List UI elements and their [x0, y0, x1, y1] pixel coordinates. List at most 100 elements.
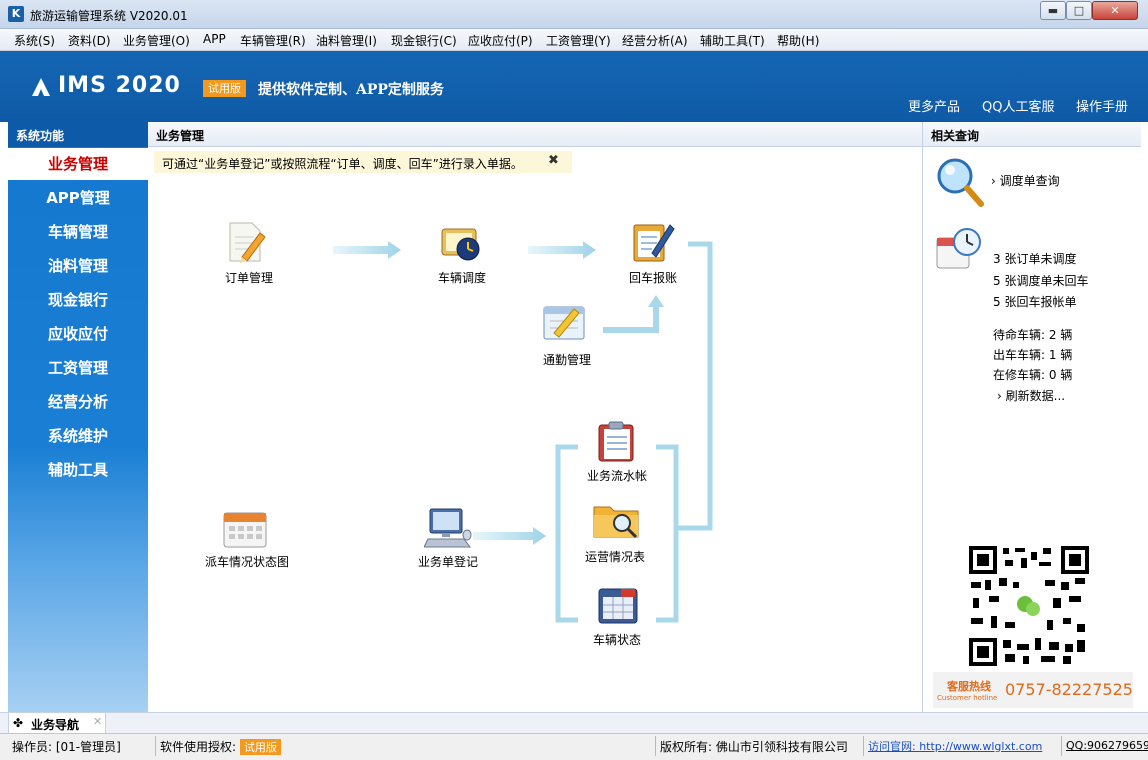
- manual-link[interactable]: 操作手册: [1076, 96, 1128, 115]
- sidebar-item-salary[interactable]: 工资管理: [8, 352, 148, 384]
- menu-cash[interactable]: 现金银行(C): [391, 32, 457, 49]
- standby-vehicles-label: 待命车辆:: [993, 328, 1046, 342]
- sidebar-item-cash[interactable]: 现金银行: [8, 284, 148, 316]
- calendar-clock-icon: [936, 228, 981, 269]
- out-vehicles-text: 出车车辆: 1 辆: [993, 346, 1072, 363]
- unscheduled-orders-text[interactable]: 3 张订单未调度: [993, 250, 1076, 267]
- qq-link[interactable]: QQ:906279659: [1066, 739, 1148, 752]
- bottom-tab-strip: ✤ 业务导航 ✕: [0, 712, 1148, 734]
- menu-system[interactable]: 系统(S): [14, 32, 55, 49]
- menu-salary[interactable]: 工资管理(Y): [546, 32, 611, 49]
- menu-app[interactable]: APP: [203, 32, 226, 46]
- main-header: 业务管理: [148, 122, 922, 147]
- return-reports-count: 5: [993, 295, 1001, 309]
- sidebar-item-app[interactable]: APP管理: [8, 182, 148, 214]
- ops-report-icon[interactable]: [592, 499, 642, 541]
- menu-help[interactable]: 帮助(H): [777, 32, 819, 49]
- sidebar-header: 系统功能: [8, 122, 148, 147]
- vehicle-status-icon[interactable]: [595, 583, 641, 627]
- out-vehicles-unit: 辆: [1060, 348, 1073, 362]
- close-button[interactable]: ✕: [1092, 1, 1138, 20]
- node-ops-report-label[interactable]: 运营情况表: [555, 548, 675, 565]
- menu-fuel[interactable]: 油料管理(I): [316, 32, 377, 49]
- menu-tools[interactable]: 辅助工具(T): [700, 32, 765, 49]
- dispatch-chart-icon[interactable]: [222, 509, 268, 549]
- refresh-data-label[interactable]: 刷新数据...: [1006, 389, 1065, 403]
- register-icon[interactable]: [424, 507, 472, 549]
- return-icon[interactable]: [630, 219, 676, 265]
- tab-business-nav[interactable]: ✤ 业务导航 ✕: [8, 713, 106, 734]
- arrow-commute-return: [603, 305, 659, 333]
- menu-receivable[interactable]: 应收应付(P): [468, 32, 533, 49]
- dispatch-query-label[interactable]: 调度单查询: [1000, 174, 1060, 188]
- qr-code: [969, 546, 1089, 666]
- status-license-label: 软件使用授权:: [160, 740, 237, 754]
- sidebar-item-business[interactable]: 业务管理: [8, 148, 148, 180]
- title-bar: K 旅游运输管理系统 V2020.01 ▬ □ ✕: [0, 0, 1148, 29]
- logo-text: IMS 2020: [58, 73, 181, 98]
- minimize-button[interactable]: ▬: [1040, 1, 1066, 20]
- slogan: 提供软件定制、APP定制服务: [258, 82, 444, 98]
- refresh-data-link[interactable]: › 刷新数据...: [997, 387, 1065, 404]
- unscheduled-orders-label: 张订单未调度: [1004, 252, 1077, 266]
- repair-vehicles-label: 在修车辆:: [993, 368, 1046, 382]
- website-link[interactable]: 访问官网: http://www.wlglxt.com: [868, 740, 1042, 753]
- node-return-label[interactable]: 回车报账: [593, 269, 713, 286]
- arrow-dispatch-return: [528, 241, 596, 259]
- hotline-number: 0757-82227525: [1005, 680, 1133, 699]
- dispatch-query-link[interactable]: › 调度单查询: [991, 172, 1060, 189]
- standby-vehicles-unit: 辆: [1060, 328, 1073, 342]
- right-panel: 相关查询 › 调度单查询 3 张订单未调度 5 张调度单未回车 5 张回车报帐单…: [922, 122, 1141, 712]
- close-icon[interactable]: ✖: [548, 153, 559, 168]
- out-vehicles-label: 出车车辆:: [993, 348, 1046, 362]
- standby-vehicles-count: 2: [1048, 328, 1057, 342]
- node-order-label[interactable]: 订单管理: [189, 269, 309, 286]
- node-dispatch-label[interactable]: 车辆调度: [402, 269, 522, 286]
- menu-vehicle[interactable]: 车辆管理(R): [240, 32, 306, 49]
- menu-analysis[interactable]: 经营分析(A): [622, 32, 688, 49]
- status-qq[interactable]: QQ:906279659: [1062, 736, 1148, 756]
- unreturned-dispatch-text[interactable]: 5 张调度单未回车: [993, 272, 1088, 289]
- hotline-label-en: Customer hotline: [937, 694, 998, 702]
- tab-business-nav-label: 业务导航: [31, 718, 80, 732]
- out-vehicles-count: 1: [1048, 348, 1057, 362]
- menu-data[interactable]: 资料(D): [68, 32, 111, 49]
- sidebar-item-fuel[interactable]: 油料管理: [8, 250, 148, 282]
- qq-support-link[interactable]: QQ人工客服: [982, 96, 1054, 115]
- sidebar-item-maintenance[interactable]: 系统维护: [8, 420, 148, 452]
- hotline-box: 客服热线 Customer hotline 0757-82227525: [933, 672, 1133, 708]
- logo-icon: [32, 78, 50, 96]
- sidebar-item-analysis[interactable]: 经营分析: [8, 386, 148, 418]
- arrow-order-dispatch: [333, 241, 401, 259]
- node-register-label[interactable]: 业务单登记: [388, 553, 508, 570]
- unscheduled-orders-count: 3: [993, 252, 1001, 266]
- node-commute-label[interactable]: 通勤管理: [507, 351, 627, 368]
- more-products-link[interactable]: 更多产品: [908, 96, 960, 115]
- right-panel-header: 相关查询: [923, 122, 1141, 147]
- repair-vehicles-count: 0: [1048, 368, 1057, 382]
- journal-icon[interactable]: [595, 419, 641, 465]
- node-journal-label[interactable]: 业务流水帐: [557, 467, 677, 484]
- status-bar: 操作员: [01-管理员] 软件使用授权: 试用版 版权所有: 佛山市引领科技有…: [0, 733, 1148, 760]
- magnifier-icon[interactable]: [935, 156, 985, 208]
- node-vehicle-status-label[interactable]: 车辆状态: [557, 631, 677, 648]
- menu-business[interactable]: 业务管理(O): [123, 32, 190, 49]
- maximize-button[interactable]: □: [1066, 1, 1092, 20]
- status-website[interactable]: 访问官网: http://www.wlglxt.com: [864, 736, 1062, 756]
- order-icon[interactable]: [226, 219, 266, 265]
- status-copyright: 版权所有: 佛山市引领科技有限公司: [656, 736, 864, 756]
- hint-notice-text: 可通过“业务单登记”或按照流程“订单、调度、回车”进行录入单据。: [162, 157, 523, 171]
- tab-close-icon[interactable]: ✕: [93, 715, 102, 728]
- dispatch-icon[interactable]: [440, 221, 484, 263]
- sidebar-item-receivable[interactable]: 应收应付: [8, 318, 148, 350]
- sidebar: 系统功能 业务管理 APP管理 车辆管理 油料管理 现金银行 应收应付 工资管理…: [8, 122, 148, 712]
- return-reports-text[interactable]: 5 张回车报帐单: [993, 293, 1076, 310]
- commute-icon[interactable]: [542, 301, 588, 343]
- unreturned-dispatch-count: 5: [993, 274, 1001, 288]
- hotline-label: 客服热线: [947, 680, 991, 693]
- node-dispatch-chart-label[interactable]: 派车情况状态图: [187, 553, 307, 570]
- sidebar-item-tools[interactable]: 辅助工具: [8, 454, 148, 486]
- sidebar-item-vehicle[interactable]: 车辆管理: [8, 216, 148, 248]
- connector-return-reports: [676, 241, 713, 531]
- standby-vehicles-text: 待命车辆: 2 辆: [993, 326, 1072, 343]
